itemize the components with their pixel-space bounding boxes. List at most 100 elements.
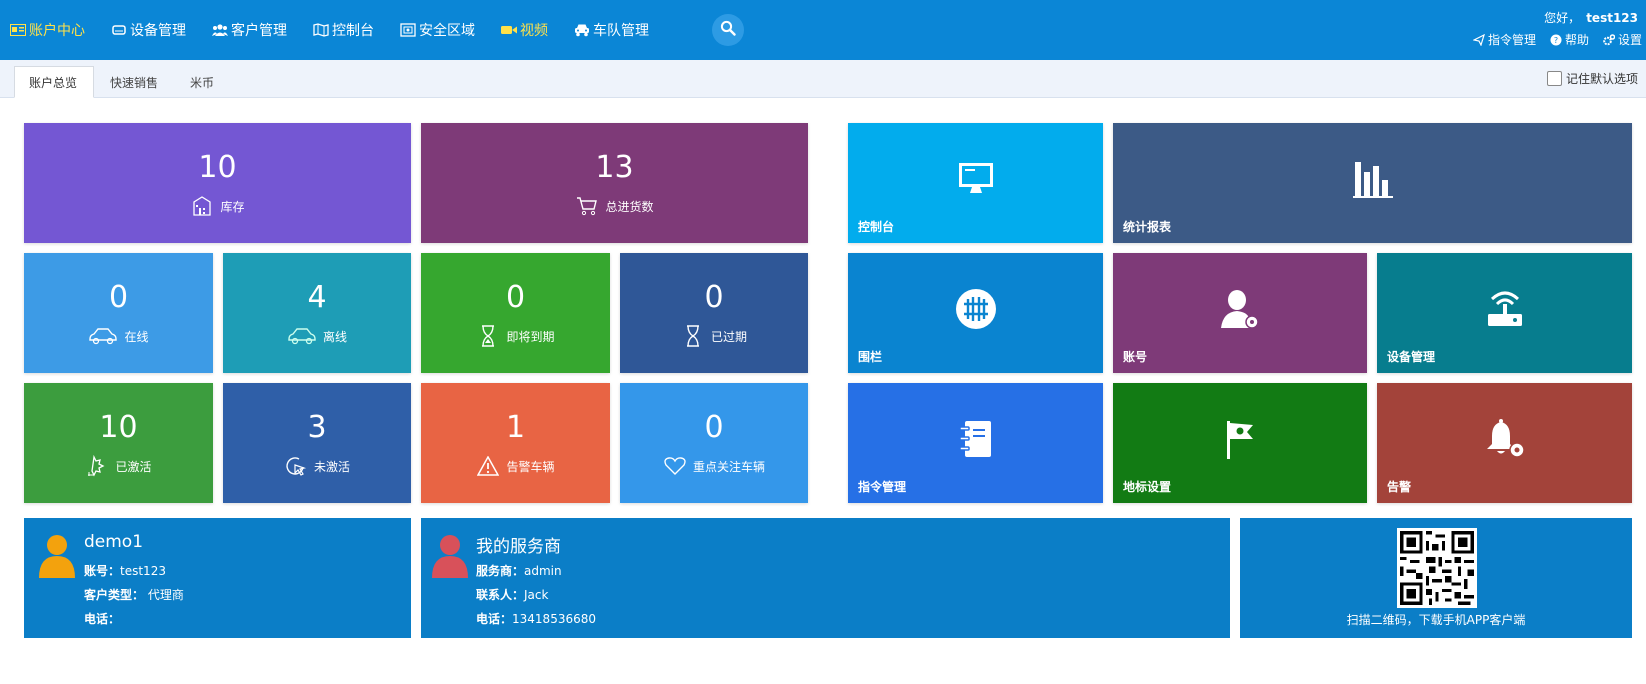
field-value: admin bbox=[524, 564, 562, 578]
stat-label-row: 未激活 bbox=[223, 455, 411, 477]
main-nav: 账户中心 设备管理 客户管理 控制台 安全区域 视频 车队管理 bbox=[10, 0, 675, 60]
func-tile-statistics[interactable]: 统计报表 bbox=[1113, 123, 1632, 243]
field-key: 账号： bbox=[84, 564, 121, 578]
func-tile-console[interactable]: 控制台 bbox=[848, 123, 1103, 243]
stat-tile-total-purchase[interactable]: 13 总进货数 bbox=[421, 123, 808, 243]
stat-value: 1 bbox=[505, 410, 526, 445]
provider-row: 服务商：admin bbox=[476, 562, 562, 579]
stat-label-row: 即将到期 bbox=[421, 325, 610, 347]
link-label: 指令管理 bbox=[1487, 33, 1536, 47]
field-key: 电话： bbox=[476, 612, 513, 626]
video-icon bbox=[501, 22, 517, 38]
stat-value: 0 bbox=[704, 410, 724, 445]
service-provider-panel: 我的服务商 服务商：admin 联系人：Jack 电话：13418536680 bbox=[421, 518, 1230, 638]
tab-account-overview[interactable]: 账户总览 bbox=[14, 66, 94, 98]
field-value: 13418536680 bbox=[512, 612, 596, 626]
func-tile-command-management[interactable]: 指令管理 bbox=[848, 383, 1103, 503]
nav-safe-zone[interactable]: 安全区域 bbox=[400, 0, 489, 60]
stat-tile-not-activated[interactable]: 3 未激活 bbox=[223, 383, 411, 503]
stat-label: 库存 bbox=[220, 199, 245, 214]
greeting: 您好， test123 bbox=[1544, 9, 1638, 26]
app-download-panel: 扫描二维码，下载手机APP客户端 bbox=[1240, 518, 1632, 638]
nav-device-management[interactable]: 设备管理 bbox=[111, 0, 200, 60]
command-management-link[interactable]: 指令管理 bbox=[1472, 31, 1536, 48]
search-button[interactable] bbox=[712, 14, 744, 46]
nav-customer-management[interactable]: 客户管理 bbox=[212, 0, 301, 60]
warning-icon bbox=[476, 455, 500, 477]
car-icon bbox=[574, 22, 590, 38]
func-label: 设备管理 bbox=[1387, 350, 1436, 364]
field-key: 客户类型： bbox=[84, 588, 145, 602]
tab-quick-sale[interactable]: 快速销售 bbox=[96, 66, 172, 98]
send-icon bbox=[1472, 33, 1485, 46]
provider-row: 电话：13418536680 bbox=[476, 610, 596, 627]
stat-label-row: 在线 bbox=[24, 325, 213, 347]
stat-label-row: 重点关注车辆 bbox=[620, 455, 808, 477]
stat-tile-activated[interactable]: 10 已激活 bbox=[24, 383, 213, 503]
cart-icon bbox=[575, 195, 599, 217]
func-tile-account[interactable]: 账号 bbox=[1113, 253, 1367, 373]
func-label: 告警 bbox=[1387, 480, 1412, 494]
stat-tile-key-vehicles[interactable]: 0 重点关注车辆 bbox=[620, 383, 808, 503]
username: test123 bbox=[1586, 11, 1638, 25]
tab-label: 米币 bbox=[190, 75, 215, 90]
stat-label-row: 离线 bbox=[223, 325, 411, 347]
nav-console[interactable]: 控制台 bbox=[313, 0, 388, 60]
stat-tile-online[interactable]: 0 在线 bbox=[24, 253, 213, 373]
stat-tile-offline[interactable]: 4 离线 bbox=[223, 253, 411, 373]
fence-icon bbox=[400, 22, 416, 38]
func-tile-landmark-settings[interactable]: 地标设置 bbox=[1113, 383, 1367, 503]
device-icon bbox=[111, 22, 127, 38]
stat-value: 0 bbox=[505, 280, 526, 315]
tab-mi-coin[interactable]: 米币 bbox=[176, 66, 228, 98]
stat-label-row: 库存 bbox=[24, 195, 411, 217]
settings-link[interactable]: 设置 bbox=[1603, 31, 1642, 48]
qr-code[interactable] bbox=[1397, 528, 1477, 608]
stat-value: 0 bbox=[108, 280, 129, 315]
account-row: 客户类型： 代理商 bbox=[84, 586, 184, 603]
stat-label: 即将到期 bbox=[506, 329, 555, 344]
remember-checkbox[interactable] bbox=[1546, 71, 1562, 86]
nav-label: 账户中心 bbox=[29, 23, 85, 39]
func-tile-fence[interactable]: 围栏 bbox=[848, 253, 1103, 373]
tab-label: 快速销售 bbox=[110, 75, 159, 90]
top-navbar: 账户中心 设备管理 客户管理 控制台 安全区域 视频 车队管理 您好， test… bbox=[0, 0, 1646, 60]
nav-label: 车队管理 bbox=[593, 23, 649, 39]
fence-circle-icon bbox=[954, 287, 998, 331]
stat-tile-expiring-soon[interactable]: 0 即将到期 bbox=[421, 253, 610, 373]
map-icon bbox=[313, 22, 329, 38]
nav-label: 安全区域 bbox=[419, 23, 475, 39]
func-label: 账号 bbox=[1123, 350, 1148, 364]
stat-tile-inventory[interactable]: 10 库存 bbox=[24, 123, 411, 243]
nav-video[interactable]: 视频 bbox=[501, 0, 562, 60]
stat-value: 0 bbox=[704, 280, 724, 315]
help-link[interactable]: ? 帮助 bbox=[1550, 31, 1589, 48]
func-label: 地标设置 bbox=[1123, 480, 1172, 494]
nav-account-center[interactable]: 账户中心 bbox=[10, 0, 99, 60]
car-offline-icon bbox=[287, 325, 317, 347]
avatar bbox=[38, 534, 76, 578]
field-key: 联系人： bbox=[476, 588, 525, 602]
nav-label: 设备管理 bbox=[130, 23, 186, 39]
tab-bar: 账户总览 快速销售 米币 记住默认选项 bbox=[0, 60, 1646, 98]
stat-tile-alarm-vehicles[interactable]: 1 告警车辆 bbox=[421, 383, 610, 503]
help-icon: ? bbox=[1550, 34, 1562, 46]
provider-title: 我的服务商 bbox=[476, 537, 561, 557]
func-tile-alarm[interactable]: 告警 bbox=[1377, 383, 1632, 503]
stat-label-row: 已激活 bbox=[24, 455, 213, 477]
pointer-icon bbox=[284, 455, 308, 477]
router-icon bbox=[1483, 287, 1527, 331]
monitor-icon bbox=[954, 157, 998, 201]
bell-gear-icon bbox=[1483, 417, 1527, 461]
account-info-panel: demo1 账号：test123 客户类型： 代理商 电话： bbox=[24, 518, 411, 638]
nav-fleet-management[interactable]: 车队管理 bbox=[574, 0, 663, 60]
func-tile-device-management[interactable]: 设备管理 bbox=[1377, 253, 1632, 373]
stat-tile-expired[interactable]: 0 已过期 bbox=[620, 253, 808, 373]
qr-caption: 扫描二维码，下载手机APP客户端 bbox=[1346, 613, 1526, 627]
nav-label: 视频 bbox=[520, 23, 548, 39]
stat-label: 已过期 bbox=[710, 329, 747, 344]
bar-chart-icon bbox=[1351, 157, 1395, 201]
field-key: 服务商： bbox=[476, 564, 525, 578]
tab-label: 账户总览 bbox=[29, 75, 78, 90]
account-name: demo1 bbox=[84, 532, 144, 552]
